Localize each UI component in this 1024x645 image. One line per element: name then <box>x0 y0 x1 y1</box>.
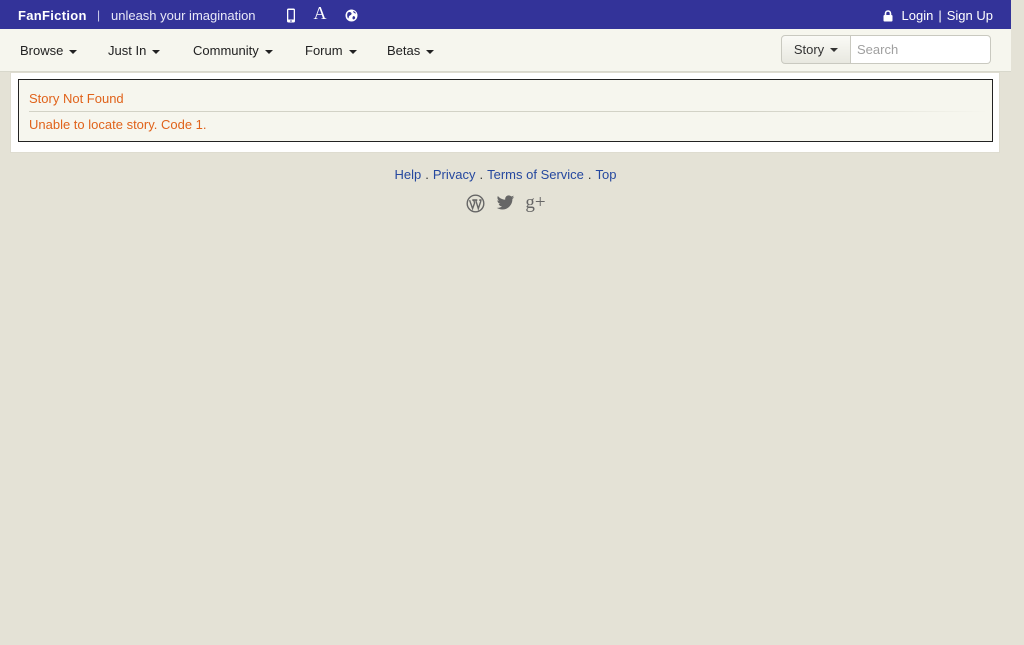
auth-separator: | <box>938 8 942 23</box>
signup-link[interactable]: Sign Up <box>947 8 993 23</box>
font-size-icon[interactable]: A <box>312 3 328 23</box>
caret-down-icon <box>152 50 161 54</box>
top-bar: FanFiction | unleash your imagination A … <box>0 0 1011 29</box>
nav-just-in-label: Just In <box>108 43 147 58</box>
social-links: g+ <box>0 192 1011 213</box>
footer-separator: . <box>425 167 429 182</box>
footer-top-link[interactable]: Top <box>596 167 617 182</box>
footer-help-link[interactable]: Help <box>394 167 421 182</box>
search-scope-label: Story <box>793 42 825 57</box>
lock-icon <box>883 9 893 22</box>
auth-links: Login | Sign Up <box>883 8 993 23</box>
nav-just-in[interactable]: Just In <box>108 43 161 58</box>
caret-down-icon <box>348 50 357 54</box>
error-alert: Story Not Found Unable to locate story. … <box>18 79 993 142</box>
nav-forum-label: Forum <box>305 43 343 58</box>
search-scope-dropdown[interactable]: Story <box>781 35 851 64</box>
search-input[interactable] <box>851 35 991 64</box>
nav-browse-label: Browse <box>20 43 64 58</box>
nav-betas[interactable]: Betas <box>387 43 435 58</box>
footer-terms-link[interactable]: Terms of Service <box>487 167 584 182</box>
nav-betas-label: Betas <box>387 43 421 58</box>
twitter-icon[interactable] <box>496 193 516 213</box>
nav-community[interactable]: Community <box>193 43 273 58</box>
footer-separator: . <box>479 167 484 182</box>
caret-down-icon <box>264 50 273 54</box>
wordpress-icon[interactable] <box>466 193 486 213</box>
content-panel: Story Not Found Unable to locate story. … <box>10 72 1000 153</box>
main-nav: Browse Just In Community Forum Betas Sto… <box>0 29 1011 72</box>
phone-icon[interactable] <box>285 6 297 24</box>
caret-down-icon <box>426 50 435 54</box>
search-group: Story <box>781 35 991 64</box>
footer-separator: . <box>587 167 592 182</box>
globe-icon[interactable] <box>344 6 358 24</box>
site-tagline: unleash your imagination <box>111 8 256 23</box>
nav-browse[interactable]: Browse <box>20 43 78 58</box>
alert-title: Story Not Found <box>29 91 124 106</box>
caret-down-icon <box>69 50 78 54</box>
nav-community-label: Community <box>193 43 259 58</box>
nav-forum[interactable]: Forum <box>305 43 357 58</box>
footer-links: Help. Privacy. Terms of Service. Top <box>0 167 1011 182</box>
site-logo-link[interactable]: FanFiction <box>18 8 87 23</box>
alert-message: Unable to locate story. Code 1. <box>29 117 207 132</box>
footer-privacy-link[interactable]: Privacy <box>433 167 476 182</box>
header-separator: | <box>97 8 101 22</box>
caret-down-icon <box>830 47 839 52</box>
alert-divider <box>29 111 989 112</box>
login-link[interactable]: Login <box>902 8 934 23</box>
google-plus-icon[interactable]: g+ <box>525 192 545 213</box>
